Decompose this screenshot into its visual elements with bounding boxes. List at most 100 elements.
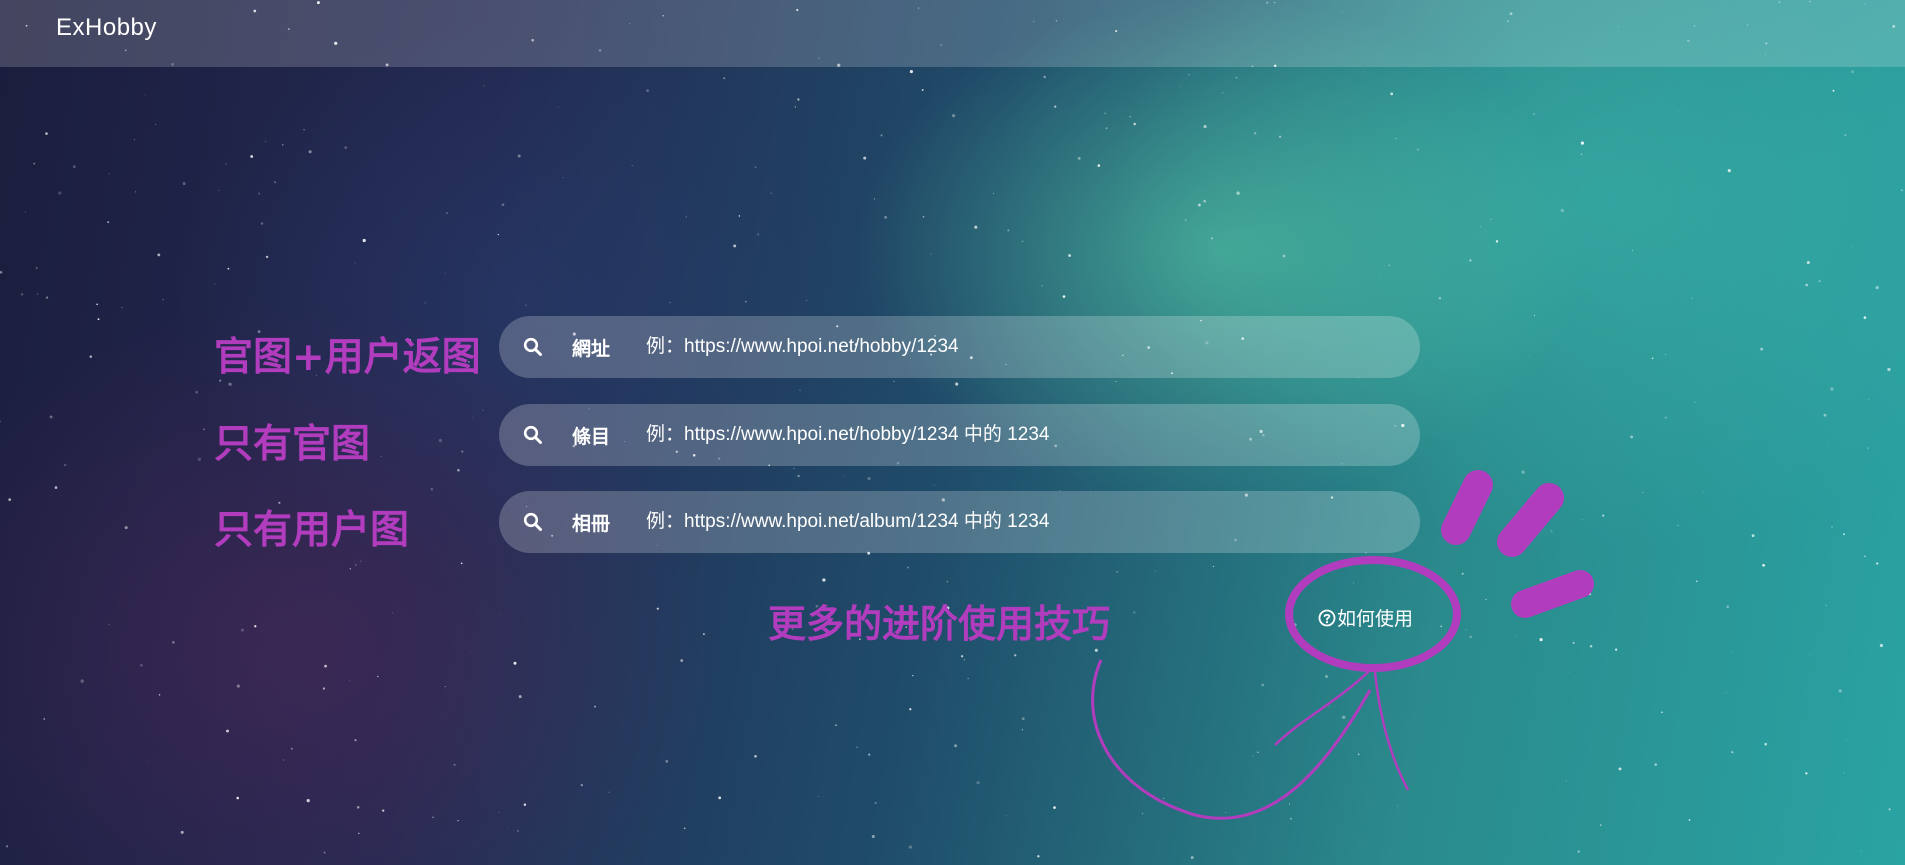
star (124, 526, 128, 530)
star (1901, 189, 1903, 192)
star (1469, 259, 1472, 262)
star (1342, 715, 1346, 719)
star (45, 132, 48, 135)
star (80, 679, 84, 683)
star (1461, 572, 1464, 575)
star (35, 266, 38, 270)
star (13, 167, 15, 169)
star (1154, 570, 1156, 572)
star (516, 829, 519, 832)
star (1068, 254, 1072, 257)
star (1495, 240, 1499, 243)
star (893, 380, 895, 383)
star (72, 165, 76, 169)
star (444, 272, 446, 274)
star (472, 417, 473, 419)
star (501, 203, 505, 207)
star (324, 664, 327, 668)
star (1831, 526, 1833, 528)
search-item-input[interactable] (646, 424, 1420, 446)
star (432, 816, 434, 819)
star (871, 834, 875, 839)
star (770, 192, 773, 194)
star (1760, 347, 1764, 351)
star (162, 299, 164, 301)
star (1641, 491, 1644, 494)
star (172, 641, 175, 644)
star (1129, 115, 1131, 118)
brand-logo[interactable]: ExHobby (56, 14, 157, 42)
star (1825, 604, 1827, 606)
star (797, 474, 800, 478)
star (1184, 219, 1187, 222)
star (1021, 729, 1024, 731)
star (745, 300, 747, 303)
star (1485, 598, 1487, 601)
star (669, 302, 671, 304)
star (108, 624, 110, 626)
star (155, 123, 157, 125)
star (182, 182, 186, 186)
star (1293, 623, 1297, 627)
star (0, 271, 3, 274)
star (1637, 697, 1639, 699)
star (1888, 808, 1891, 811)
star (930, 253, 932, 255)
star (250, 155, 254, 158)
star (738, 215, 741, 217)
star (794, 106, 796, 108)
star (1805, 772, 1808, 775)
search-album-input[interactable] (646, 511, 1420, 533)
star (1602, 514, 1605, 517)
star (1141, 813, 1143, 815)
star (1515, 635, 1517, 637)
star (1043, 75, 1046, 79)
star (1830, 387, 1834, 391)
star (946, 581, 949, 583)
star (1664, 416, 1667, 419)
star (64, 463, 67, 467)
star (1397, 805, 1399, 807)
star (5, 845, 9, 848)
star (1013, 654, 1017, 657)
star (1062, 295, 1066, 298)
star (874, 801, 877, 805)
star (20, 293, 24, 296)
star (349, 568, 351, 570)
star (1818, 280, 1821, 283)
star (754, 754, 757, 758)
star (1832, 89, 1835, 92)
search-url-input[interactable] (646, 336, 1420, 358)
star (121, 306, 123, 309)
star (1677, 525, 1679, 527)
star (1212, 565, 1214, 568)
star (631, 164, 633, 166)
star (1539, 638, 1543, 642)
star (1860, 850, 1862, 852)
star (1235, 76, 1238, 79)
star (1116, 570, 1119, 573)
star (1469, 635, 1472, 639)
star (594, 705, 597, 708)
star (1630, 435, 1634, 439)
star (507, 826, 509, 828)
star (498, 811, 500, 814)
star (158, 694, 161, 696)
star (358, 832, 360, 835)
star (424, 302, 426, 304)
how-to-use-link[interactable]: 如何使用 (1318, 604, 1413, 631)
star (1843, 533, 1845, 536)
star (1879, 643, 1883, 648)
star (1380, 276, 1382, 278)
star (523, 803, 527, 806)
star (0, 420, 2, 423)
star (1253, 132, 1257, 135)
star (1438, 297, 1442, 300)
star (799, 389, 801, 392)
star (1288, 803, 1291, 805)
star (1867, 447, 1869, 449)
star (1823, 413, 1827, 417)
star (1465, 628, 1467, 631)
star (1521, 470, 1525, 474)
star (1589, 645, 1593, 648)
